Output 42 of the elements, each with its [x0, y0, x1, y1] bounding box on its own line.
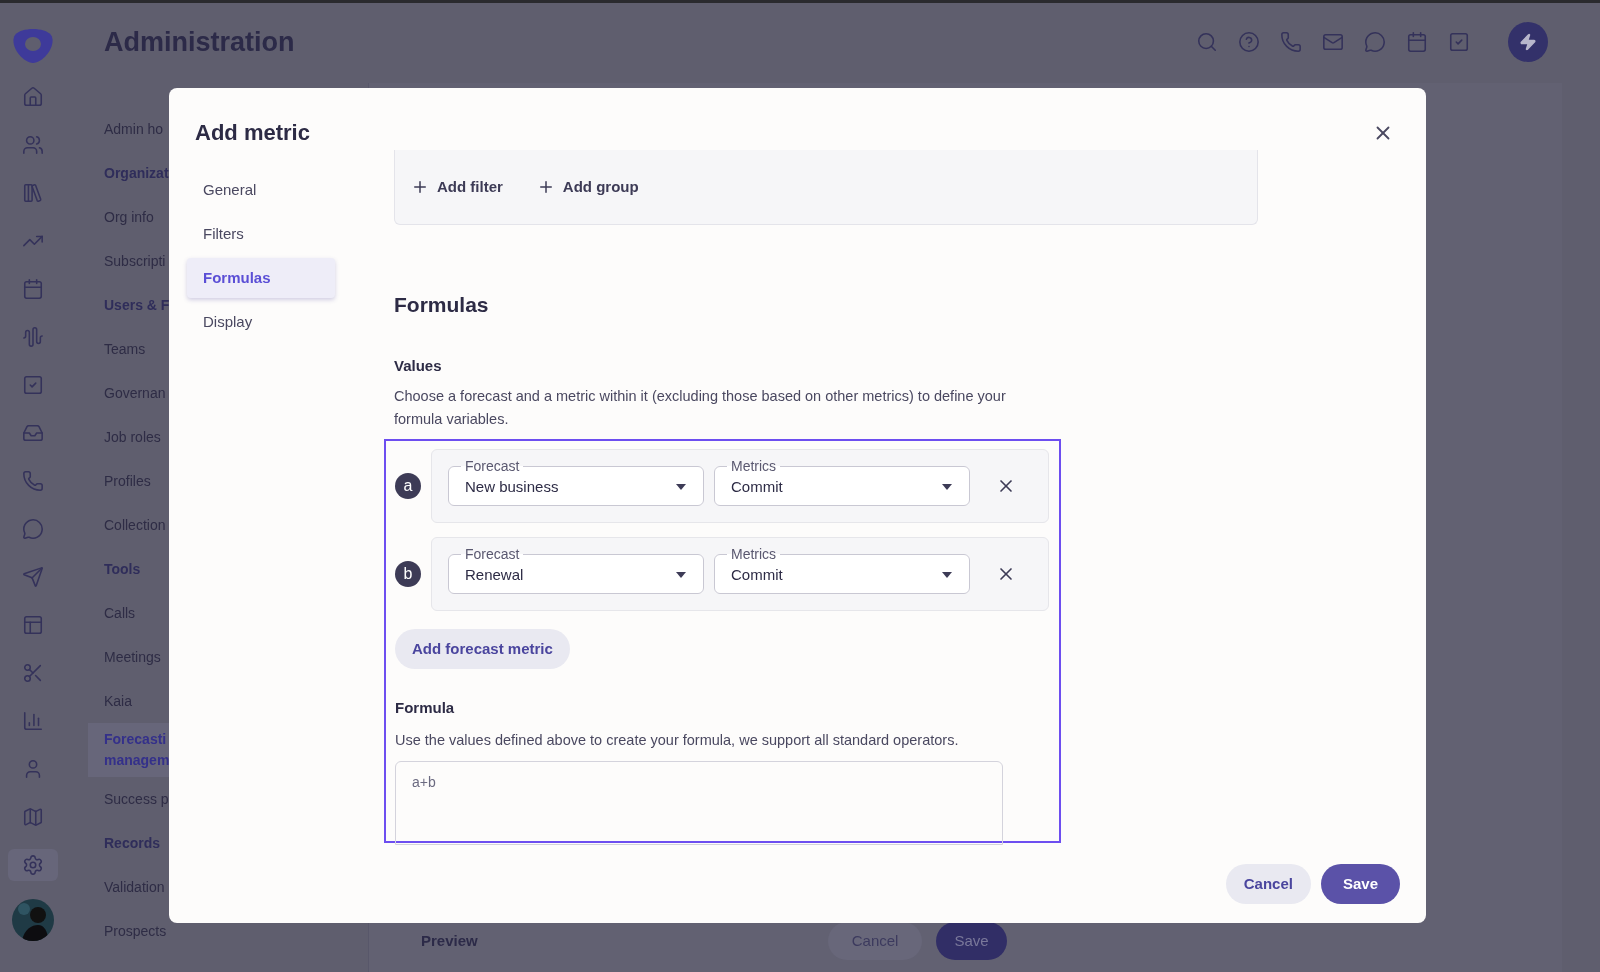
dialog-title: Add metric: [195, 119, 311, 147]
dialog-tab[interactable]: Formulas: [187, 258, 335, 298]
phone-icon[interactable]: [1278, 29, 1304, 55]
variable-letter: a: [395, 473, 421, 499]
caret-icon: [941, 571, 953, 579]
caret-icon: [941, 483, 953, 491]
preview-title: Preview: [421, 930, 478, 951]
field-value: New business: [465, 476, 559, 497]
cancel-button[interactable]: Cancel: [1225, 864, 1311, 904]
settings-icon[interactable]: [8, 849, 58, 881]
field-label: Forecast: [464, 458, 521, 474]
formula-description: Use the values defined above to create your formula, we support all standard operators.: [395, 730, 960, 750]
field-value: Commit: [731, 476, 783, 497]
dialog-tab[interactable]: General: [187, 170, 335, 210]
select-field[interactable]: Metrics Commit: [714, 546, 970, 594]
add-button[interactable]: Add filter: [411, 175, 503, 199]
field-label: Forecast: [464, 546, 521, 562]
field-label: Metrics: [730, 458, 778, 474]
field-label: Metrics: [730, 546, 778, 562]
lightning-icon[interactable]: [1508, 22, 1548, 62]
variable-letter: b: [395, 561, 421, 587]
dialog-tab[interactable]: Display: [187, 302, 335, 342]
formula-field[interactable]: a+b: [395, 761, 1003, 845]
field-value: Commit: [731, 564, 783, 585]
section-title: Formulas: [394, 292, 490, 318]
select-field[interactable]: Forecast New business: [448, 458, 704, 506]
formula-title: Formula: [395, 698, 456, 718]
add-forecast-metric-button[interactable]: Add forecast metric: [395, 629, 570, 669]
help-icon[interactable]: [1236, 29, 1262, 55]
caret-icon: [675, 483, 687, 491]
add-button[interactable]: Add group: [536, 175, 639, 199]
caret-icon: [675, 571, 687, 579]
chat-icon[interactable]: [1362, 29, 1388, 55]
save-button[interactable]: Save: [1320, 864, 1400, 904]
plus-icon: [411, 178, 429, 196]
select-field[interactable]: Metrics Commit: [714, 458, 970, 506]
select-field[interactable]: Forecast Renewal: [448, 546, 704, 594]
dialog-tab[interactable]: Filters: [187, 214, 335, 254]
values-description: Choose a forecast and a metric within it (excluding those based on other metrics) to define your formula variables.: [394, 387, 1007, 429]
values-title: Values: [394, 355, 443, 376]
save-button[interactable]: Save: [936, 922, 1007, 960]
field-value: Renewal: [465, 564, 524, 585]
